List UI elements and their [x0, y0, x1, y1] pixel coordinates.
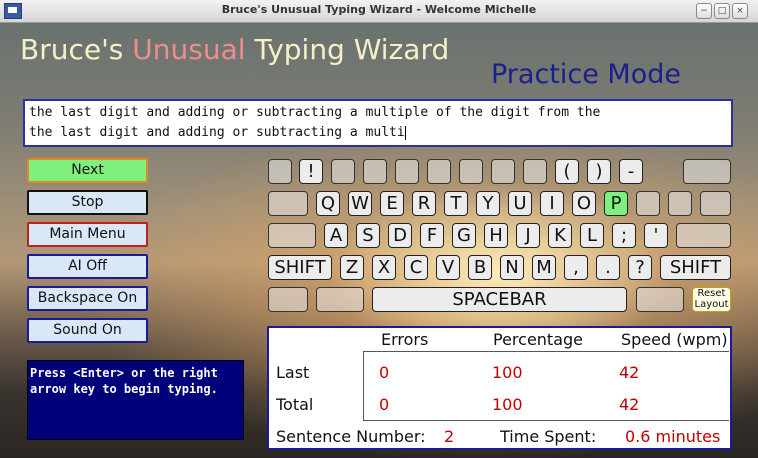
- maximize-icon[interactable]: □: [714, 3, 730, 19]
- total-speed-value: 42: [619, 395, 640, 414]
- stop-button[interactable]: Stop: [27, 190, 148, 215]
- key-semicolon: ;: [612, 223, 636, 248]
- last-speed-value: 42: [619, 363, 640, 382]
- next-button[interactable]: Next: [27, 158, 148, 183]
- sound-toggle-button[interactable]: Sound On: [27, 318, 148, 343]
- key-a: A: [324, 223, 348, 248]
- key-blank: [491, 159, 515, 184]
- key-u: U: [508, 191, 532, 216]
- key-blank: [523, 159, 547, 184]
- total-row-label: Total: [276, 395, 314, 414]
- total-percentage-value: 100: [492, 395, 523, 414]
- sentence-number-value: 2: [444, 427, 455, 446]
- key-r: R: [412, 191, 436, 216]
- key-c: C: [404, 255, 428, 280]
- key-period: .: [596, 255, 620, 280]
- key-question: ?: [628, 255, 652, 280]
- key-h: H: [484, 223, 508, 248]
- key-blank: [268, 287, 308, 312]
- key-blank: [268, 159, 292, 184]
- key-j: J: [516, 223, 540, 248]
- key-spacebar: SPACEBAR: [372, 287, 627, 312]
- key-k: K: [548, 223, 572, 248]
- key-l: L: [580, 223, 604, 248]
- key-blank: [427, 159, 451, 184]
- key-blank: [331, 159, 355, 184]
- key-m: M: [532, 255, 556, 280]
- key-comma: ,: [564, 255, 588, 280]
- stats-grid-frame: [363, 351, 729, 421]
- key-blank: [395, 159, 419, 184]
- key-y: Y: [476, 191, 500, 216]
- backspace-toggle-button[interactable]: Backspace On: [27, 286, 148, 311]
- key-t: T: [444, 191, 468, 216]
- key-minus: -: [619, 159, 643, 184]
- key-o: O: [572, 191, 596, 216]
- stats-panel: Errors Percentage Speed (wpm) Last 0 100…: [267, 326, 732, 450]
- key-caps-blank: [268, 223, 316, 248]
- key-g: G: [452, 223, 476, 248]
- window-title: Bruce's Unusual Typing Wizard - Welcome …: [221, 3, 537, 16]
- key-blank: [363, 159, 387, 184]
- last-row-label: Last: [276, 363, 310, 382]
- key-tab-blank: [268, 191, 308, 216]
- key-blank: [459, 159, 483, 184]
- last-percentage-value: 100: [492, 363, 523, 382]
- sentence-number-label: Sentence Number:: [276, 427, 426, 446]
- instruction-panel: Press <Enter> or the right arrow key to …: [27, 360, 244, 440]
- key-i: I: [540, 191, 564, 216]
- key-close-paren: ): [587, 159, 611, 184]
- main-menu-button[interactable]: Main Menu: [27, 222, 148, 247]
- total-errors-value: 0: [379, 395, 390, 414]
- key-z: Z: [340, 255, 364, 280]
- percentage-header: Percentage: [493, 330, 584, 349]
- main-stage: Bruce's Unusual Typing Wizard Practice M…: [0, 23, 758, 458]
- key-apostrophe: ': [644, 223, 668, 248]
- app-heading: Bruce's Unusual Typing Wizard: [20, 33, 449, 66]
- mode-title: Practice Mode: [491, 59, 681, 90]
- key-f: F: [420, 223, 444, 248]
- key-e: E: [380, 191, 404, 216]
- key-d: D: [388, 223, 412, 248]
- typed-text: the last digit and adding or subtracting…: [29, 125, 405, 140]
- key-w: W: [348, 191, 372, 216]
- title-bar: Bruce's Unusual Typing Wizard - Welcome …: [0, 0, 758, 23]
- close-icon[interactable]: ×: [732, 3, 748, 19]
- key-exclamation: !: [299, 159, 323, 184]
- key-blank: [668, 191, 692, 216]
- typed-text-row: the last digit and adding or subtracting…: [29, 123, 727, 143]
- last-errors-value: 0: [379, 363, 390, 382]
- key-right-shift: SHIFT: [660, 255, 731, 280]
- key-v: V: [436, 255, 460, 280]
- key-open-paren: (: [555, 159, 579, 184]
- speed-header: Speed (wpm): [621, 330, 728, 349]
- key-backspace-blank: [683, 159, 731, 184]
- key-left-shift: SHIFT: [268, 255, 332, 280]
- heading-part-3: Typing Wizard: [245, 33, 450, 66]
- heading-part-2: Unusual: [132, 33, 246, 66]
- key-enter-blank: [676, 223, 731, 248]
- typing-area[interactable]: the last digit and adding or subtracting…: [23, 99, 733, 147]
- app-window: Bruce's Unusual Typing Wizard - Welcome …: [0, 0, 758, 458]
- key-blank: [636, 191, 660, 216]
- key-q: Q: [316, 191, 340, 216]
- errors-header: Errors: [381, 330, 429, 349]
- key-blank: [316, 287, 364, 312]
- target-text: the last digit and adding or subtracting…: [29, 105, 601, 120]
- key-blank: [636, 287, 684, 312]
- ai-toggle-button[interactable]: AI Off: [27, 254, 148, 279]
- key-x: X: [372, 255, 396, 280]
- key-n: N: [500, 255, 524, 280]
- key-s: S: [356, 223, 380, 248]
- time-spent-value: 0.6 minutes: [625, 427, 721, 446]
- minimize-icon[interactable]: −: [696, 3, 712, 19]
- key-b: B: [468, 255, 492, 280]
- text-caret: [404, 125, 406, 140]
- key-p-highlighted: P: [604, 191, 628, 216]
- heading-part-1: Bruce's: [20, 33, 133, 66]
- key-blank: [700, 191, 731, 216]
- reset-layout-button[interactable]: Reset Layout: [692, 287, 731, 312]
- time-spent-label: Time Spent:: [500, 427, 597, 446]
